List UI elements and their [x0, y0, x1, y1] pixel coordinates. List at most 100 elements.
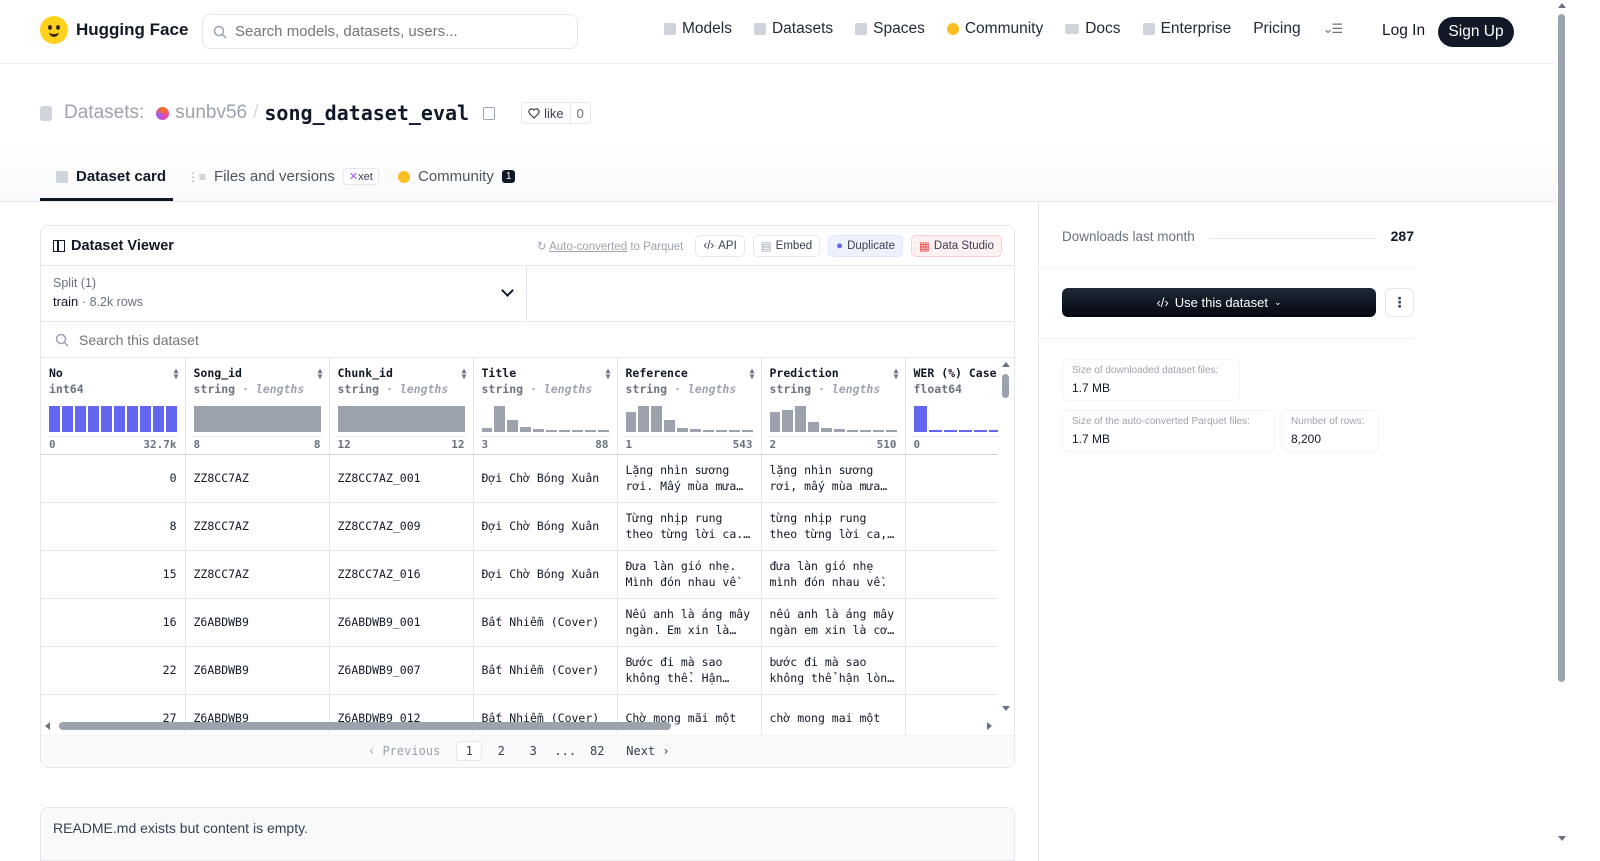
- histogram-bar[interactable]: [808, 422, 820, 432]
- histogram-bar[interactable]: [597, 430, 609, 432]
- nav-docs[interactable]: Docs: [1065, 20, 1121, 38]
- table-cell[interactable]: Nếu anh là áng mây ngàn. Em xin là…: [617, 598, 762, 647]
- table-cell[interactable]: Đợi Chờ Bóng Xuân: [473, 550, 618, 599]
- copy-icon[interactable]: [483, 106, 496, 120]
- table-cell[interactable]: Bất Nhiễm (Cover): [473, 646, 618, 695]
- histogram-bar[interactable]: [664, 420, 676, 432]
- nav-pricing[interactable]: Pricing: [1253, 20, 1300, 38]
- table-row[interactable]: 0 ZZ8CC7AZ ZZ8CC7AZ_001 Đợi Chờ Bóng Xuân Lặ…: [41, 454, 1014, 503]
- histogram-bar[interactable]: [584, 430, 596, 432]
- table-cell[interactable]: ZZ8CC7AZ: [185, 502, 330, 551]
- histogram-bar[interactable]: [625, 412, 637, 432]
- histogram-bar[interactable]: [638, 406, 650, 432]
- api-button[interactable]: ‹/› API: [695, 234, 745, 257]
- split-dropdown[interactable]: Split (1) train · 8.2k rows: [41, 266, 527, 321]
- table-cell[interactable]: Đưa làn gió nhẹ. Mình đón nhau về: [617, 550, 762, 599]
- sort-icon[interactable]: ▲ ▼: [894, 367, 899, 381]
- brand-logo[interactable]: Hugging Face: [40, 16, 188, 44]
- login-link[interactable]: Log In: [1382, 22, 1425, 40]
- more-options-button[interactable]: ⋮: [1385, 288, 1414, 317]
- histogram-bar[interactable]: [834, 429, 845, 432]
- table-cell[interactable]: đưa làn gió nhẹ mình đón nhau về.: [761, 550, 906, 599]
- table-cell[interactable]: 16: [41, 598, 186, 647]
- use-this-dataset-button[interactable]: ‹/› Use this dataset ⌄: [1062, 288, 1376, 317]
- histogram-bar[interactable]: [859, 430, 871, 432]
- scroll-up-icon[interactable]: [1002, 362, 1010, 367]
- scroll-down-icon[interactable]: [1558, 836, 1566, 841]
- histogram-bar[interactable]: [49, 406, 60, 432]
- table-cell[interactable]: ZZ8CC7AZ_001: [329, 454, 474, 503]
- histogram-bar[interactable]: [546, 430, 557, 432]
- table-horizontal-scrollbar[interactable]: [41, 720, 998, 734]
- page-scrollbar[interactable]: [1556, 0, 1568, 861]
- histogram-bar[interactable]: [913, 406, 927, 432]
- histogram-bar[interactable]: [943, 430, 957, 432]
- table-cell[interactable]: 8: [41, 502, 186, 551]
- scroll-up-icon[interactable]: [1558, 3, 1566, 8]
- page-button[interactable]: 1: [456, 741, 483, 761]
- sort-icon[interactable]: ▲ ▼: [606, 367, 611, 381]
- histogram-bar[interactable]: [193, 406, 321, 432]
- histogram-bar[interactable]: [494, 406, 506, 432]
- repo-name[interactable]: song_dataset_eval: [264, 101, 469, 125]
- more-menu-icon[interactable]: ⌄☰: [1323, 21, 1343, 37]
- histogram-bar[interactable]: [139, 406, 151, 432]
- column-header[interactable]: Song_id string · lengths ▲ ▼ 8 8: [185, 358, 330, 455]
- table-cell[interactable]: 22: [41, 646, 186, 695]
- histogram-bar[interactable]: [651, 406, 663, 432]
- histogram-bar[interactable]: [533, 429, 545, 432]
- table-row[interactable]: 15 ZZ8CC7AZ ZZ8CC7AZ_016 Đợi Chờ Bóng Xuân Đ…: [41, 550, 1014, 599]
- histogram-bar[interactable]: [702, 430, 714, 432]
- histogram-bar[interactable]: [677, 428, 689, 432]
- table-cell[interactable]: Bất Nhiễm (Cover): [473, 598, 618, 647]
- histogram-bar[interactable]: [690, 429, 701, 432]
- nav-datasets[interactable]: Datasets: [753, 20, 833, 38]
- histogram-bar[interactable]: [872, 430, 884, 432]
- column-histogram[interactable]: [625, 406, 753, 432]
- sort-icon[interactable]: ▲ ▼: [318, 367, 323, 381]
- sort-icon[interactable]: ▲ ▼: [174, 367, 179, 381]
- table-cell[interactable]: từng nhịp rung theo từng lời ca,…: [761, 502, 906, 551]
- scroll-right-icon[interactable]: [987, 722, 992, 730]
- table-cell[interactable]: Lặng nhìn sương rơi. Mấy mùa mưa…: [617, 454, 762, 503]
- table-cell[interactable]: Z6ABDWB9_007: [329, 646, 474, 695]
- column-header[interactable]: Chunk_id string · lengths ▲ ▼ 12 12: [329, 358, 474, 455]
- duplicate-button[interactable]: ● Duplicate: [828, 234, 904, 257]
- scroll-thumb[interactable]: [1558, 14, 1565, 682]
- histogram-bar[interactable]: [846, 430, 858, 432]
- histogram-bar[interactable]: [481, 428, 493, 432]
- histogram-bar[interactable]: [821, 428, 833, 432]
- column-header[interactable]: No int64 ▲ ▼ 0 32.7k: [41, 358, 186, 455]
- histogram-bar[interactable]: [100, 406, 112, 432]
- histogram-bar[interactable]: [74, 406, 86, 432]
- table-vertical-scrollbar[interactable]: [998, 358, 1014, 715]
- table-cell[interactable]: ZZ8CC7AZ_009: [329, 502, 474, 551]
- repo-type-label[interactable]: Datasets:: [64, 102, 144, 124]
- table-row[interactable]: 16 Z6ABDWB9 Z6ABDWB9_001 Bất Nhiễm (Cover) N…: [41, 598, 1014, 647]
- histogram-bar[interactable]: [337, 406, 465, 432]
- nav-spaces[interactable]: Spaces: [855, 20, 925, 38]
- previous-page-button[interactable]: ‹ Previous: [358, 744, 450, 758]
- repo-owner[interactable]: sunbv56: [175, 102, 247, 124]
- dataset-search-input[interactable]: [79, 331, 479, 348]
- table-cell[interactable]: bước đi mà sao không thể hận lòn…: [761, 646, 906, 695]
- histogram-bar[interactable]: [728, 430, 740, 432]
- page-button[interactable]: 2: [488, 741, 514, 761]
- table-cell[interactable]: ZZ8CC7AZ: [185, 550, 330, 599]
- nav-models[interactable]: Models: [664, 20, 732, 38]
- histogram-bar[interactable]: [741, 430, 753, 432]
- histogram-bar[interactable]: [61, 406, 73, 432]
- table-cell[interactable]: Đợi Chờ Bóng Xuân: [473, 502, 618, 551]
- histogram-bar[interactable]: [974, 430, 988, 432]
- table-cell[interactable]: nếu anh là áng mây ngàn em xin là cơ…: [761, 598, 906, 647]
- histogram-bar[interactable]: [87, 406, 99, 432]
- table-cell[interactable]: Z6ABDWB9: [185, 646, 330, 695]
- tab-dataset-card[interactable]: Dataset card: [56, 168, 166, 185]
- column-histogram[interactable]: [769, 406, 897, 432]
- scroll-thumb[interactable]: [59, 722, 671, 730]
- table-cell[interactable]: lặng nhìn sương rơi, mấy mùa mưa…: [761, 454, 906, 503]
- data-studio-button[interactable]: ▦ Data Studio: [911, 234, 1002, 257]
- table-cell[interactable]: 15: [41, 550, 186, 599]
- sort-icon[interactable]: ▲ ▼: [462, 367, 467, 381]
- histogram-bar[interactable]: [520, 427, 532, 432]
